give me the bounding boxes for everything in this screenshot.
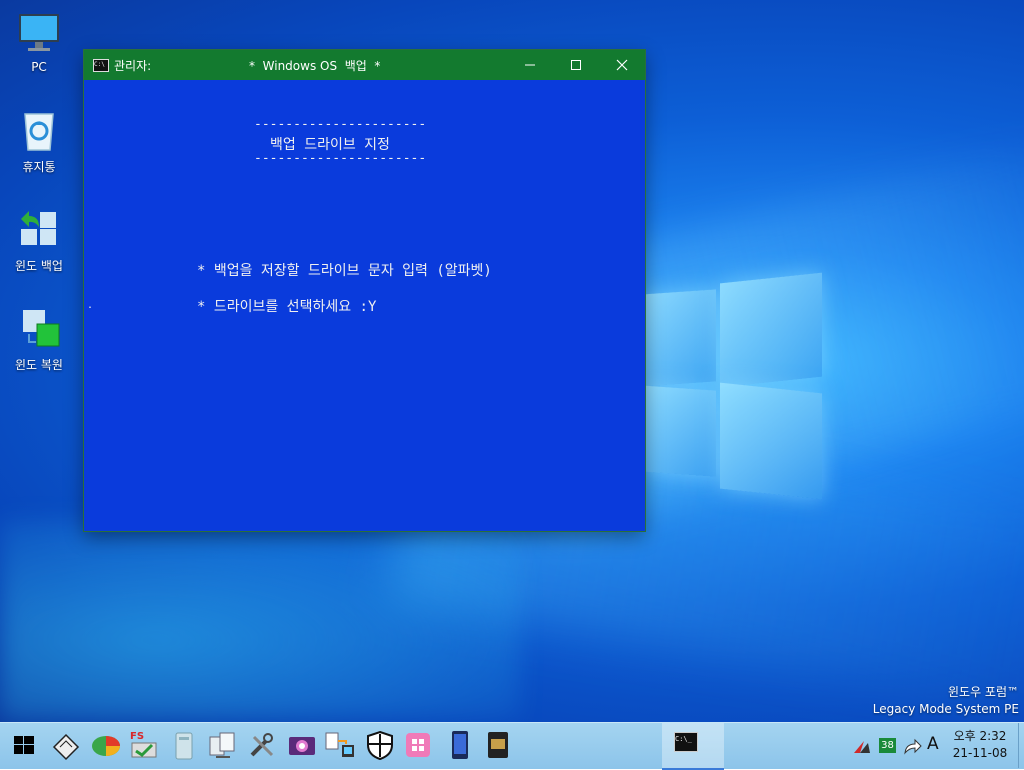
close-icon bbox=[616, 59, 628, 71]
share-icon[interactable] bbox=[902, 737, 922, 759]
app-store-icon[interactable] bbox=[402, 729, 434, 761]
console-separator: ---------------------- bbox=[254, 151, 427, 166]
command-prompt-window[interactable]: C:\ 관리자: * Windows OS 백업 * -------------… bbox=[84, 50, 645, 531]
input-method-icon[interactable]: A bbox=[927, 734, 939, 754]
desktop-icon-label: PC bbox=[31, 60, 47, 74]
taskbar: FS C:\_ 38 A 오후 2:32 21-11-08 bbox=[0, 722, 1024, 770]
watermark-line: Legacy Mode System PE bbox=[872, 702, 1019, 716]
desktop-icon-backup[interactable]: 윈도 백업 bbox=[1, 205, 77, 274]
console-separator: ---------------------- bbox=[254, 117, 427, 132]
windows-logo-wallpaper bbox=[640, 270, 824, 502]
restore-icon bbox=[15, 304, 63, 352]
desktop-icon-label: 윈도 복원 bbox=[15, 358, 63, 372]
disk-tool-icon[interactable] bbox=[50, 729, 82, 761]
network-tool-icon[interactable] bbox=[206, 729, 238, 761]
antivirus-icon[interactable] bbox=[852, 737, 872, 759]
tray-clock[interactable]: 오후 2:32 21-11-08 bbox=[948, 728, 1012, 762]
shield-icon[interactable] bbox=[364, 729, 396, 761]
fs-copy-icon[interactable]: FS bbox=[128, 729, 160, 761]
backup-icon bbox=[15, 205, 63, 253]
command-prompt-icon: C:\ bbox=[93, 59, 109, 72]
window-admin-label: 관리자: bbox=[114, 59, 152, 73]
tools-icon[interactable] bbox=[246, 729, 278, 761]
console-cursor: . bbox=[87, 300, 94, 311]
image-viewer-icon[interactable] bbox=[286, 729, 318, 761]
temperature-icon[interactable]: 38 bbox=[879, 738, 896, 753]
close-button[interactable] bbox=[599, 50, 645, 80]
backup-drive-icon[interactable] bbox=[168, 729, 200, 761]
clock-date: 21-11-08 bbox=[952, 746, 1008, 760]
start-button[interactable] bbox=[8, 729, 40, 761]
watermark-line: 윈도우 포럼™ bbox=[947, 685, 1019, 699]
phone-icon[interactable] bbox=[444, 729, 476, 761]
console-output[interactable]: ---------------------- 백업 드라이브 지정 ------… bbox=[84, 80, 645, 531]
show-desktop-button[interactable] bbox=[1018, 723, 1024, 768]
recycle-bin-icon bbox=[15, 106, 63, 154]
desktop-icon-recycle-bin[interactable]: 휴지통 bbox=[1, 106, 77, 175]
taskbar-active-window[interactable]: C:\_ bbox=[662, 723, 724, 770]
watermark: 윈도우 포럼™ Legacy Mode System PE bbox=[873, 684, 1019, 718]
maximize-icon bbox=[571, 60, 581, 70]
console-prompt-input: * 드라이브를 선택하세요 :Y bbox=[197, 299, 377, 315]
input-method-label: A bbox=[927, 734, 939, 754]
desktop-icon-label: 윈도 백업 bbox=[15, 259, 63, 273]
memory-card-icon[interactable] bbox=[482, 729, 514, 761]
desktop-icon-pc[interactable]: PC bbox=[1, 8, 77, 74]
console-prompt: * 백업을 저장할 드라이브 문자 입력 (알파벳) bbox=[197, 263, 492, 279]
minimize-icon bbox=[525, 64, 535, 66]
window-title: * Windows OS 백업 * bbox=[249, 59, 381, 73]
light-glow bbox=[0, 520, 520, 720]
svg-text:FS: FS bbox=[130, 731, 144, 742]
desktop-icon-restore[interactable]: 윈도 복원 bbox=[1, 304, 77, 373]
desktop-icon-label: 휴지통 bbox=[22, 160, 56, 174]
partition-tool-icon[interactable] bbox=[90, 729, 122, 761]
maximize-button[interactable] bbox=[553, 50, 599, 80]
desktop: PC 휴지통 윈도 백업 윈도 복원 C:\ 관리자: * Windows OS… bbox=[0, 0, 1024, 722]
windows-start-icon bbox=[14, 736, 34, 754]
temperature-value: 38 bbox=[881, 740, 894, 751]
computer-icon bbox=[15, 8, 63, 56]
file-transfer-icon[interactable] bbox=[324, 729, 356, 761]
minimize-button[interactable] bbox=[507, 50, 553, 80]
clock-time: 오후 2:32 bbox=[953, 729, 1007, 743]
command-prompt-icon: C:\_ bbox=[674, 732, 698, 752]
window-titlebar[interactable]: C:\ 관리자: * Windows OS 백업 * bbox=[84, 50, 645, 80]
